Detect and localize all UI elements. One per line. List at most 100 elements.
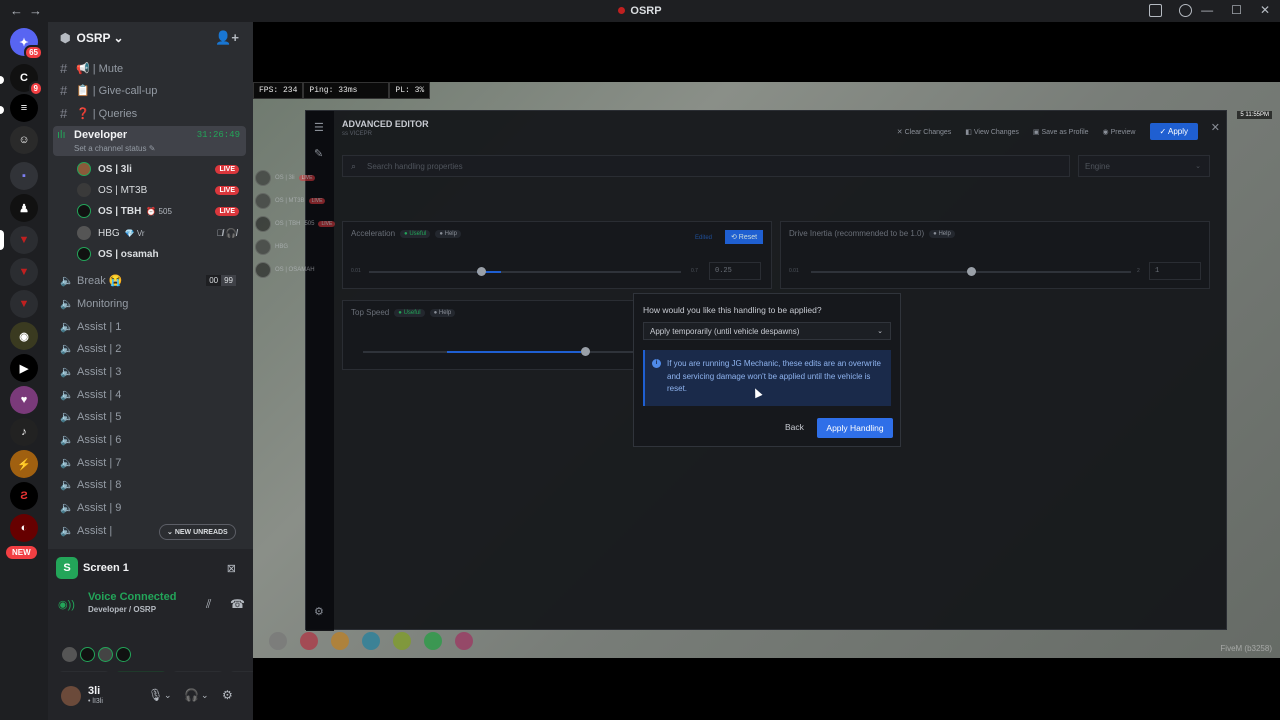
microphone-icon[interactable]: 🎙 bbox=[148, 688, 163, 702]
voice-channel-developer[interactable]: ılı Developer 31:26:49 Set a channel sta… bbox=[53, 126, 246, 156]
voice-channel-assist[interactable]: 🔈 Assist | 3 bbox=[56, 361, 246, 382]
apply-button[interactable]: ✓ Apply bbox=[1149, 123, 1198, 140]
help-chip[interactable]: ● Help bbox=[429, 308, 456, 317]
server-icon-4[interactable]: ♟ bbox=[10, 194, 38, 222]
value-input[interactable]: 1 bbox=[1149, 262, 1201, 280]
avatar[interactable] bbox=[62, 647, 77, 662]
avatar[interactable] bbox=[80, 647, 95, 662]
value-input[interactable]: 0.25 bbox=[709, 262, 761, 280]
reset-button[interactable]: ⟲ Reset bbox=[725, 230, 764, 244]
clear-changes-button[interactable]: ✕ Clear Changes bbox=[897, 128, 952, 136]
help-chip[interactable]: ● Help bbox=[929, 229, 955, 238]
voice-user[interactable]: HBG 💎 Vr 🎙̸ 🎧̸ bbox=[77, 223, 243, 243]
server-icon-13[interactable]: ◐ bbox=[10, 514, 38, 542]
voice-user[interactable]: OS | MT3B LIVE bbox=[77, 180, 243, 200]
server-icon-12[interactable]: Ƨ bbox=[10, 482, 38, 510]
view-changes-button[interactable]: ◧ View Changes bbox=[965, 128, 1019, 136]
edit-icon[interactable]: ✎ bbox=[314, 147, 323, 160]
close-icon[interactable]: ✕ bbox=[1260, 3, 1270, 17]
slider-knob[interactable] bbox=[477, 267, 486, 276]
user-name: OS | osamah bbox=[98, 248, 159, 260]
unread-pip bbox=[0, 76, 4, 84]
help-icon[interactable] bbox=[1179, 4, 1192, 17]
back-button[interactable]: Back bbox=[785, 422, 804, 432]
voice-connected-title[interactable]: Voice Connected bbox=[88, 591, 176, 603]
user-count-limit: 99 bbox=[221, 275, 236, 286]
slider-track[interactable] bbox=[369, 271, 681, 273]
server-icon-5[interactable]: ▼ bbox=[10, 258, 38, 286]
noise-suppression-icon[interactable]: ⫽ bbox=[206, 597, 211, 612]
channel-queries[interactable]: # ❓ | Queries bbox=[56, 103, 246, 124]
search-input[interactable]: ⌕ Search handling properties bbox=[342, 155, 1070, 177]
apply-mode-select[interactable]: Apply temporarily (until vehicle despawn… bbox=[643, 322, 891, 340]
server-icon-10[interactable]: ♪ bbox=[10, 418, 38, 446]
server-osrp-icon[interactable]: ▼ bbox=[10, 226, 38, 254]
folder-icon[interactable]: ▪ bbox=[10, 162, 38, 190]
settings-icon[interactable]: ⚙ bbox=[314, 605, 324, 618]
avatar bbox=[77, 247, 91, 261]
channel-status[interactable]: Set a channel status ✎ bbox=[74, 144, 155, 153]
gear-icon[interactable]: ⚙ bbox=[222, 688, 233, 702]
headphones-icon[interactable]: 🎧 bbox=[184, 688, 199, 702]
voice-channel-assist[interactable]: 🔈 Assist | 2 bbox=[56, 338, 246, 359]
server-header[interactable]: ⬢ OSRP ⌄ 👤+ bbox=[48, 22, 253, 54]
screen-share-row[interactable]: S Screen 1 ⊠ bbox=[54, 553, 246, 583]
pencil-icon: ✎ bbox=[148, 144, 156, 153]
slider-knob[interactable] bbox=[581, 347, 590, 356]
hud-oxygen-icon bbox=[424, 632, 442, 650]
home-icon[interactable]: ✦ 65 bbox=[10, 28, 43, 60]
voice-user[interactable]: OS | TBH ⏰ 505 LIVE bbox=[77, 201, 243, 221]
save-profile-button[interactable]: ▣ Save as Profile bbox=[1033, 128, 1089, 136]
channel-mute[interactable]: # 📢 | Mute bbox=[56, 58, 246, 79]
chevron-down-icon[interactable]: ⌄ bbox=[164, 690, 172, 701]
preview-button[interactable]: ◉ Preview bbox=[1103, 128, 1136, 136]
help-chip[interactable]: ● Help bbox=[435, 229, 461, 238]
voice-channel-assist[interactable]: 🔈 Assist | 6 bbox=[56, 429, 246, 450]
server-icon-9[interactable]: ♥ bbox=[10, 386, 38, 414]
chevron-down-icon[interactable]: ⌄ bbox=[201, 690, 209, 701]
server-icon-3[interactable]: ☺ bbox=[10, 126, 38, 154]
server-icon-8[interactable]: ▶ bbox=[10, 354, 38, 382]
stop-stream-icon[interactable]: ⊠ bbox=[227, 562, 236, 575]
server-icon-7[interactable]: ◉ bbox=[10, 322, 38, 350]
server-icon-11[interactable]: ⚡ bbox=[10, 450, 38, 478]
voice-channel-assist[interactable]: 🔈 Assist | 1 bbox=[56, 316, 246, 337]
chevron-down-icon: ⌄ bbox=[1195, 163, 1201, 170]
server-icon-1[interactable]: C9 bbox=[10, 64, 43, 96]
voice-channel-assist[interactable]: 🔈 Assist | 7 bbox=[56, 452, 246, 473]
server-icon-2[interactable]: ≡ bbox=[10, 94, 38, 122]
voice-channel-assist[interactable]: 🔈 Assist | 8 bbox=[56, 474, 246, 495]
maximize-icon[interactable]: ☐ bbox=[1231, 3, 1242, 17]
new-unreads-pill[interactable]: ⌄ NEW UNREADS bbox=[159, 524, 236, 540]
voice-user[interactable]: OS | 3li LIVE bbox=[77, 159, 243, 179]
server-icon-6[interactable]: ▼ bbox=[10, 290, 38, 318]
avatar[interactable] bbox=[61, 686, 81, 706]
channel-give-call-up[interactable]: # 📋 | Give-call-up bbox=[56, 80, 246, 101]
overlay-user: OS | OSAMAH bbox=[255, 258, 335, 281]
fps-readout: FPS: 234 bbox=[253, 82, 304, 99]
stream-view[interactable]: FPS: 234 Ping: 33ms PL: 3% 5 11:55PM ☰ ✎… bbox=[253, 82, 1280, 658]
overlay-user-name: OS | MT3B bbox=[275, 197, 305, 204]
slider-knob[interactable] bbox=[967, 267, 976, 276]
screen-icon[interactable] bbox=[1149, 4, 1162, 17]
close-icon[interactable]: ✕ bbox=[1211, 121, 1220, 134]
voice-channel-assist[interactable]: 🔈 Assist | 4 bbox=[56, 384, 246, 405]
avatar[interactable] bbox=[98, 647, 113, 662]
disconnect-icon[interactable]: ☎ bbox=[230, 597, 245, 611]
search-placeholder: Search handling properties bbox=[367, 161, 463, 171]
minimize-icon[interactable]: — bbox=[1201, 3, 1213, 17]
voice-channel-break[interactable]: 🔈 Break 😭 00 99 bbox=[56, 270, 246, 291]
live-badge: LIVE bbox=[318, 220, 336, 227]
voice-connected-subtitle[interactable]: Developer / OSRP bbox=[88, 605, 156, 614]
user-name[interactable]: 3li bbox=[88, 685, 100, 697]
voice-channel-assist[interactable]: 🔈 Assist | 9 bbox=[56, 497, 246, 518]
voice-channel-assist[interactable]: 🔈 Assist | 5 bbox=[56, 406, 246, 427]
sliders-icon[interactable]: ☰ bbox=[314, 121, 324, 134]
category-select[interactable]: Engine ⌄ bbox=[1078, 155, 1210, 177]
new-pill[interactable]: NEW bbox=[6, 546, 37, 559]
voice-channel-monitoring[interactable]: 🔈 Monitoring bbox=[56, 293, 246, 314]
avatar[interactable] bbox=[116, 647, 131, 662]
voice-user[interactable]: OS | osamah bbox=[77, 244, 243, 264]
apply-handling-button[interactable]: Apply Handling bbox=[817, 418, 893, 438]
invite-people-icon[interactable]: 👤+ bbox=[215, 30, 239, 46]
